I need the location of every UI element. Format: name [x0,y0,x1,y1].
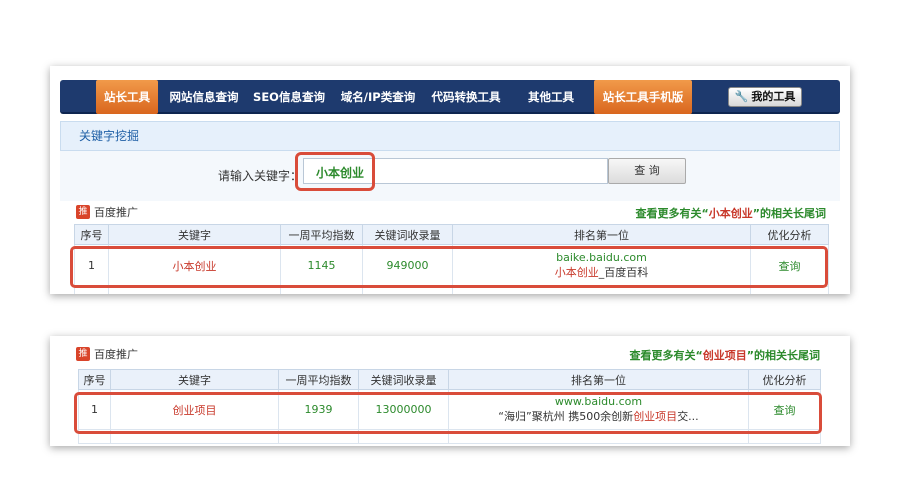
keyword-tool-panel: 站长工具 网站信息查询 SEO信息查询 域名/IP类查询 代码转换工具 其他工具… [50,66,850,294]
nav-item-code-convert[interactable]: 代码转换工具 [426,80,506,114]
col-header-weekly-index: 一周平均指数 [280,224,363,245]
table-header-row: 序号 关键字 一周平均指数 关键词收录量 排名第一位 优化分析 [78,369,821,390]
row-highlight-box [70,246,828,288]
col-header-top-rank: 排名第一位 [448,369,749,390]
col-header-weekly-index: 一周平均指数 [278,369,359,390]
related-longtail-link[interactable]: 查看更多有关“创业项目”的相关长尾词 [630,347,820,363]
search-label: 请输入关键字： [218,169,303,183]
search-row: 请输入关键字： 小本创业 查 询 [60,151,840,201]
related-prefix: 查看更多有关“ [629,349,703,362]
my-tools-button[interactable]: 🔧 我的工具 [728,87,802,107]
top-navbar: 站长工具 网站信息查询 SEO信息查询 域名/IP类查询 代码转换工具 其他工具… [60,80,840,114]
nav-item-webmaster-tools[interactable]: 站长工具 [96,80,158,114]
keyword-result-panel: 推百度推广 查看更多有关“创业项目”的相关长尾词 序号 关键字 一周平均指数 关… [50,336,850,446]
promo-row: 推百度推广 [76,204,138,222]
promo-text[interactable]: 百度推广 [94,206,138,219]
col-header-index: 序号 [74,224,109,245]
related-suffix: ”的相关长尾词 [746,349,820,362]
promo-text[interactable]: 百度推广 [94,348,138,361]
col-header-index: 序号 [78,369,111,390]
wrench-icon: 🔧 [734,90,749,103]
col-header-indexed-count: 关键词收录量 [358,369,449,390]
related-longtail-link[interactable]: 查看更多有关“小本创业”的相关长尾词 [636,205,826,221]
input-highlight-box [295,152,375,191]
related-keyword: 创业项目 [702,349,747,362]
row-highlight-box [74,392,822,434]
section-title: 关键字挖掘 [79,129,140,143]
nav-item-mobile-version[interactable]: 站长工具手机版 [594,80,692,114]
related-suffix: ”的相关长尾词 [752,207,826,220]
col-header-top-rank: 排名第一位 [452,224,751,245]
nav-item-site-info[interactable]: 网站信息查询 [164,80,244,114]
nav-item-other-tools[interactable]: 其他工具 [516,80,586,114]
section-header: 关键字挖掘 [60,121,840,151]
table-header-row: 序号 关键字 一周平均指数 关键词收录量 排名第一位 优化分析 [74,224,829,245]
search-button[interactable]: 查 询 [608,158,686,184]
my-tools-label: 我的工具 [751,90,796,103]
nav-item-domain-ip[interactable]: 域名/IP类查询 [334,80,422,114]
col-header-keyword: 关键字 [108,224,281,245]
col-header-optimize: 优化分析 [748,369,821,390]
col-header-indexed-count: 关键词收录量 [362,224,453,245]
nav-item-seo-info[interactable]: SEO信息查询 [250,80,328,114]
promo-row: 推百度推广 [76,346,138,364]
promo-badge: 推 [76,205,90,219]
col-header-keyword: 关键字 [110,369,279,390]
col-header-optimize: 优化分析 [750,224,829,245]
related-prefix: 查看更多有关“ [635,207,709,220]
promo-badge: 推 [76,347,90,361]
related-keyword: 小本创业 [708,207,753,220]
